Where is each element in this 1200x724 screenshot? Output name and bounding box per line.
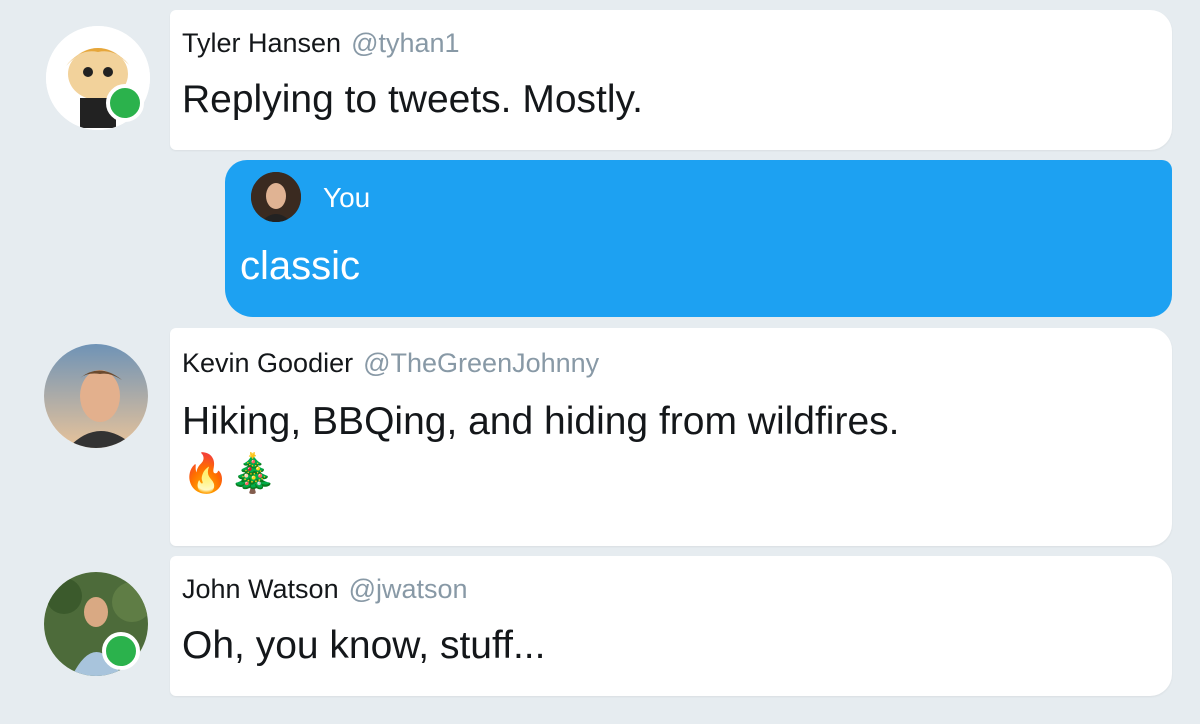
message-text: classic xyxy=(240,244,361,288)
emoji-row: 🔥🎄 xyxy=(182,453,277,495)
message-row: Kevin Goodier @TheGreenJohnny Hiking, BBQ… xyxy=(0,322,1200,546)
sender-handle[interactable]: @tyhan1 xyxy=(351,28,459,58)
sender-name: You xyxy=(323,182,371,213)
message-row: You classic xyxy=(0,160,1200,320)
message-row: Tyler Hansen @tyhan1 Replying to tweets. … xyxy=(0,0,1200,160)
message-text: Oh, you know, stuff... xyxy=(182,624,546,667)
photo-avatar-icon xyxy=(44,344,148,448)
avatar[interactable] xyxy=(44,344,148,448)
sender-name[interactable]: Tyler Hansen xyxy=(182,28,341,58)
avatar[interactable] xyxy=(251,172,301,222)
message-header: Kevin Goodier @TheGreenJohnny xyxy=(182,348,599,379)
message-row: John Watson @jwatson Oh, you know, stuff.… xyxy=(0,552,1200,724)
online-status-icon xyxy=(106,84,144,122)
sender-name[interactable]: Kevin Goodier xyxy=(182,348,353,378)
message-bubble[interactable]: John Watson @jwatson Oh, you know, stuff.… xyxy=(170,556,1172,696)
sender-name[interactable]: John Watson xyxy=(182,574,339,604)
sender-handle[interactable]: @jwatson xyxy=(349,574,468,604)
sender-handle[interactable]: @TheGreenJohnny xyxy=(363,348,599,378)
user-photo-icon xyxy=(251,172,301,222)
online-status-icon xyxy=(102,632,140,670)
message-bubble[interactable]: Tyler Hansen @tyhan1 Replying to tweets. … xyxy=(170,10,1172,150)
message-text: Replying to tweets. Mostly. xyxy=(182,78,643,121)
message-bubble[interactable]: Kevin Goodier @TheGreenJohnny Hiking, BBQ… xyxy=(170,328,1172,546)
message-header: John Watson @jwatson xyxy=(182,574,468,605)
message-header: Tyler Hansen @tyhan1 xyxy=(182,28,460,59)
outgoing-message-bubble[interactable]: You classic xyxy=(225,160,1172,317)
message-text: Hiking, BBQing, and hiding from wildfire… xyxy=(182,400,900,443)
